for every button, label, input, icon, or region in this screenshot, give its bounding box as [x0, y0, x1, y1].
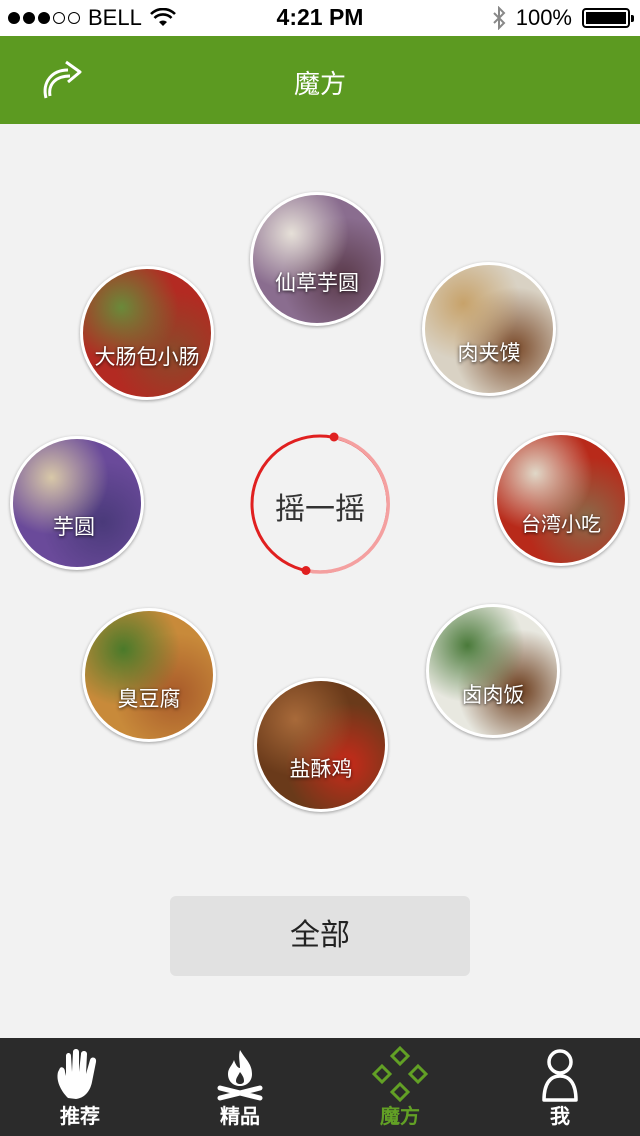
bluetooth-icon	[493, 6, 506, 30]
food-label: 卤肉饭	[461, 683, 525, 707]
battery-percent: 100%	[515, 5, 572, 30]
tab-recommend[interactable]: 推荐	[0, 1038, 160, 1136]
food-label: 盐酥鸡	[289, 757, 353, 781]
food-item-yuyuan[interactable]: 芋圆	[10, 436, 144, 570]
tab-label: 魔方	[380, 1104, 420, 1128]
tab-label: 精品	[220, 1104, 260, 1128]
food-label: 芋圆	[53, 515, 95, 539]
tab-label: 推荐	[60, 1104, 100, 1128]
nav-header: 魔方	[0, 36, 640, 124]
food-item-dachang-bao-xiaochang[interactable]: 大肠包小肠	[80, 266, 214, 400]
food-item-roujiamo[interactable]: 肉夹馍	[422, 262, 556, 396]
food-label: 台湾小吃	[521, 512, 601, 536]
all-button[interactable]: 全部	[170, 896, 470, 976]
food-item-luroufan[interactable]: 卤肉饭	[426, 604, 560, 738]
food-label: 仙草芋圆	[275, 271, 359, 295]
page-title: 魔方	[293, 70, 346, 100]
tab-featured[interactable]: 精品	[160, 1038, 320, 1136]
food-label: 大肠包小肠	[94, 345, 200, 369]
food-label: 臭豆腐	[117, 687, 181, 711]
shake-label: 摇一摇	[275, 492, 365, 527]
status-bar: BELL 4:21 PM 100%	[0, 0, 640, 36]
tab-mofang[interactable]: 魔方	[320, 1038, 480, 1136]
food-item-yansuji[interactable]: 盐酥鸡	[254, 678, 388, 812]
person-icon	[542, 1049, 578, 1102]
battery-icon	[582, 8, 634, 28]
food-item-taiwan-xiaochi[interactable]: 台湾小吃	[494, 432, 628, 566]
tab-me[interactable]: 我	[480, 1038, 640, 1136]
food-label: 肉夹馍	[457, 341, 521, 365]
diamond-cube-icon	[371, 1046, 429, 1102]
shake-button[interactable]: 摇一摇	[248, 432, 392, 576]
tab-bar: 推荐 精品 魔方 我	[0, 1038, 640, 1136]
food-item-choudoufu[interactable]: 臭豆腐	[82, 608, 216, 742]
food-item-xiancao-yuyuan[interactable]: 仙草芋圆	[250, 192, 384, 326]
hand-icon	[57, 1049, 97, 1099]
tab-label: 我	[550, 1104, 570, 1128]
campfire-icon	[217, 1050, 263, 1101]
